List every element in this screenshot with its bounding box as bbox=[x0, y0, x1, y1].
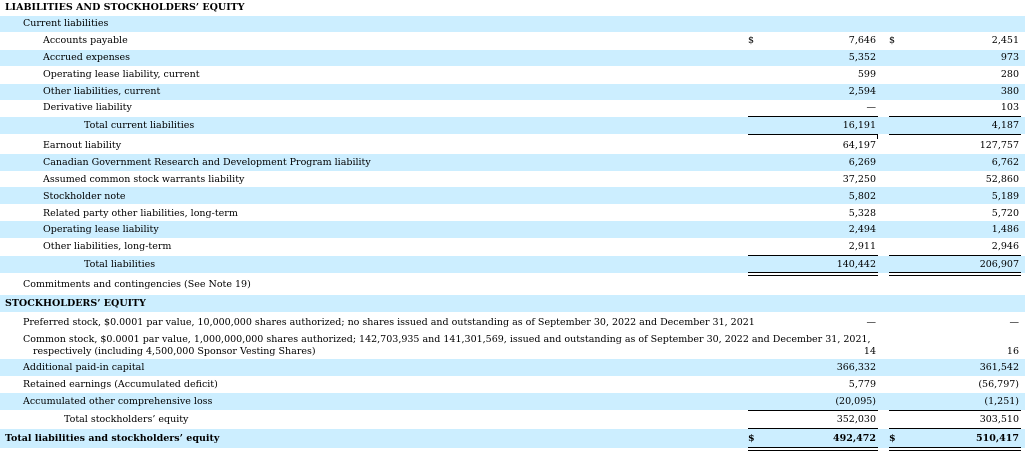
common-stock-2022: 14 bbox=[863, 346, 876, 357]
row-shade bbox=[0, 16, 1025, 32]
subtotal-rule bbox=[748, 116, 878, 117]
subtotal-rule bbox=[889, 428, 1021, 429]
total-equity-label: Total stockholders’ equity bbox=[64, 414, 189, 425]
subtotal-rule bbox=[748, 134, 878, 135]
line-item-label: Canadian Government Research and Develop… bbox=[43, 157, 371, 168]
current-liabilities-heading: Current liabilities bbox=[23, 18, 109, 29]
value-2022: 5,802 bbox=[848, 191, 876, 202]
line-item-label: Other liabilities, long-term bbox=[43, 241, 172, 252]
line-item-label: Accrued expenses bbox=[43, 52, 131, 63]
total-double-rule bbox=[889, 447, 1021, 451]
value-2021: 103 bbox=[1000, 102, 1019, 113]
value-2022: 6,269 bbox=[848, 157, 876, 168]
value-2021: 2,451 bbox=[991, 35, 1019, 46]
common-stock-2021: 16 bbox=[1006, 346, 1019, 357]
total-double-rule bbox=[748, 447, 878, 451]
preferred-stock-2022: — bbox=[866, 317, 877, 328]
value-2021: 2,946 bbox=[991, 241, 1019, 252]
line-item-label: Other liabilities, current bbox=[43, 86, 161, 97]
grand-total-2021: 510,417 bbox=[976, 433, 1019, 444]
line-item-label: Operating lease liability, current bbox=[43, 69, 200, 80]
value-2021: 52,860 bbox=[985, 174, 1019, 185]
common-stock-label-continued: respectively (including 4,500,000 Sponso… bbox=[33, 346, 316, 357]
subtotal-rule bbox=[889, 134, 1021, 135]
line-item-label: Accumulated other comprehensive loss bbox=[23, 396, 213, 407]
line-item-label: Stockholder note bbox=[43, 191, 126, 202]
commitments-note: Commitments and contingencies (See Note … bbox=[23, 279, 251, 290]
line-item-label: Additional paid-in capital bbox=[23, 362, 145, 373]
value-2021: 127,757 bbox=[979, 140, 1019, 151]
subtotal-rule bbox=[889, 410, 1021, 411]
value-2021: 5,720 bbox=[991, 208, 1019, 219]
value-2022: (20,095) bbox=[835, 396, 876, 407]
value-2021: 280 bbox=[1000, 69, 1019, 80]
line-item-label: Derivative liability bbox=[43, 102, 132, 113]
grand-total-label: Total liabilities and stockholders’ equi… bbox=[5, 433, 220, 444]
subtotal-rule bbox=[748, 410, 878, 411]
total-current-liabilities-2022: 16,191 bbox=[842, 120, 876, 131]
value-2022: 5,328 bbox=[848, 208, 876, 219]
total-current-liabilities-label: Total current liabilities bbox=[84, 120, 195, 131]
total-liabilities-label: Total liabilities bbox=[84, 259, 156, 270]
value-2022: — bbox=[866, 102, 877, 113]
value-2022: 5,352 bbox=[848, 52, 876, 63]
total-liabilities-2021: 206,907 bbox=[979, 259, 1019, 270]
value-2022: 37,250 bbox=[842, 174, 876, 185]
total-double-rule bbox=[889, 272, 1021, 276]
row-shade bbox=[0, 295, 1025, 312]
total-current-liabilities-2021: 4,187 bbox=[991, 120, 1019, 131]
value-2022: 5,779 bbox=[848, 379, 876, 390]
value-2021: 361,542 bbox=[979, 362, 1019, 373]
value-2021: 973 bbox=[1000, 52, 1019, 63]
value-2021: (1,251) bbox=[984, 396, 1019, 407]
section-title: LIABILITIES AND STOCKHOLDERS’ EQUITY bbox=[5, 2, 245, 13]
balance-sheet: LIABILITIES AND STOCKHOLDERS’ EQUITY Cur… bbox=[0, 0, 1028, 456]
total-liabilities-2022: 140,442 bbox=[836, 259, 876, 270]
value-2021: 380 bbox=[1000, 86, 1019, 97]
total-double-rule bbox=[748, 272, 878, 276]
value-2022: 599 bbox=[857, 69, 876, 80]
value-2021: (56,797) bbox=[978, 379, 1019, 390]
common-stock-label: Common stock, $0.0001 par value, 1,000,0… bbox=[23, 334, 871, 345]
preferred-stock-2021: — bbox=[1009, 317, 1020, 328]
subtotal-rule bbox=[889, 116, 1021, 117]
line-item-label: Earnout liability bbox=[43, 140, 122, 151]
line-item-label: Operating lease liability bbox=[43, 224, 159, 235]
grand-total-2022: 492,472 bbox=[833, 433, 876, 444]
subtotal-rule bbox=[748, 428, 878, 429]
equity-heading: STOCKHOLDERS’ EQUITY bbox=[5, 298, 146, 309]
value-2021: 1,486 bbox=[991, 224, 1019, 235]
line-item-label: Assumed common stock warrants liability bbox=[43, 174, 245, 185]
value-2022: 64,197 bbox=[842, 140, 876, 151]
line-item-label: Accounts payable bbox=[43, 35, 128, 46]
value-2021: 6,762 bbox=[991, 157, 1019, 168]
line-item-label: Retained earnings (Accumulated deficit) bbox=[23, 379, 218, 390]
value-2022: 2,594 bbox=[848, 86, 876, 97]
value-2021: 5,189 bbox=[991, 191, 1019, 202]
subtotal-rule bbox=[748, 255, 878, 256]
total-equity-2021: 303,510 bbox=[979, 414, 1019, 425]
column-divider bbox=[877, 134, 878, 139]
preferred-stock-label: Preferred stock, $0.0001 par value, 10,0… bbox=[23, 317, 755, 328]
total-equity-2022: 352,030 bbox=[836, 414, 876, 425]
value-2022: 2,494 bbox=[848, 224, 876, 235]
value-2022: 2,911 bbox=[848, 241, 876, 252]
value-2022: 366,332 bbox=[836, 362, 876, 373]
subtotal-rule bbox=[889, 255, 1021, 256]
line-item-label: Related party other liabilities, long-te… bbox=[43, 208, 238, 219]
value-2022: 7,646 bbox=[848, 35, 876, 46]
